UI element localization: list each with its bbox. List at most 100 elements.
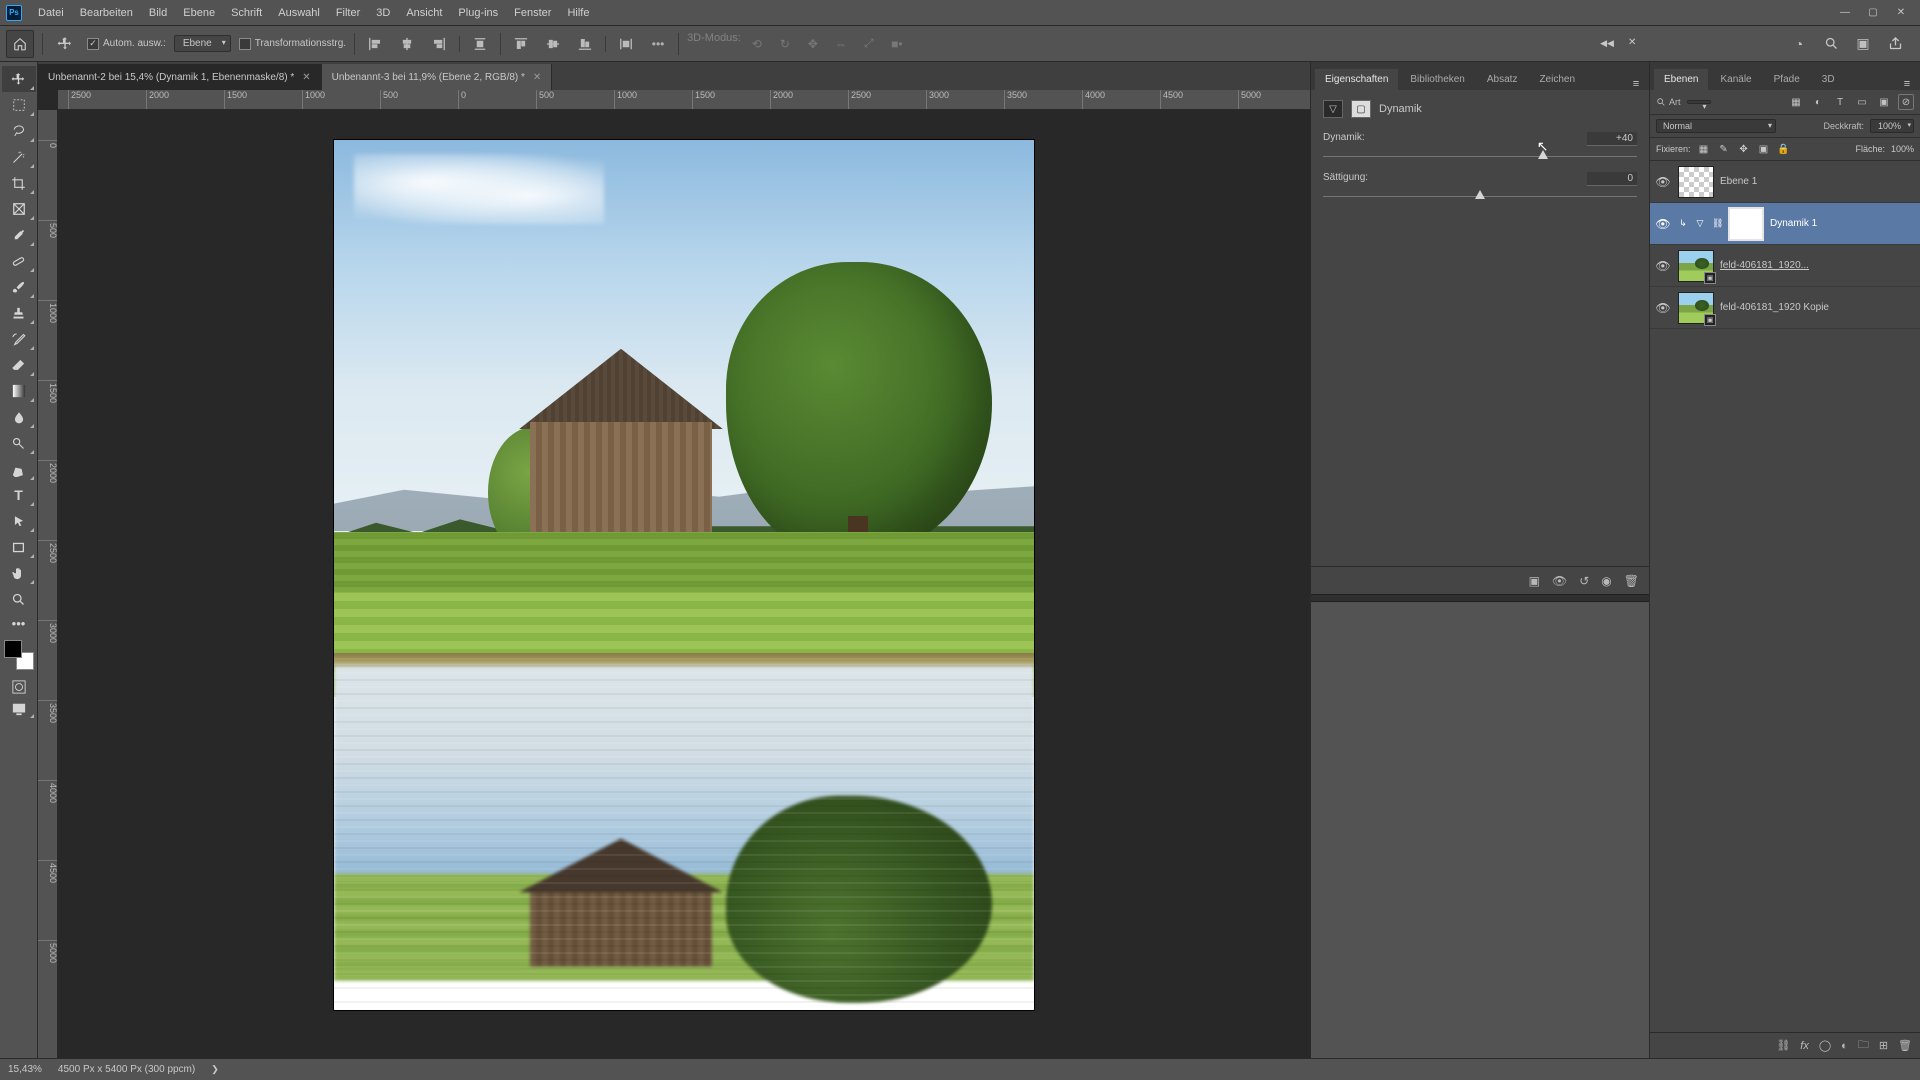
panel-menu-button[interactable]: ≡ [1898,78,1916,90]
mask-thumbnail[interactable] [1731,210,1761,238]
saturation-value-input[interactable]: 0 [1587,172,1637,186]
checkbox-checked-icon[interactable]: ✓ [87,38,99,50]
share-icon[interactable] [1886,35,1904,53]
filter-smartobj-icon[interactable]: ▣ [1876,94,1892,110]
link-layers-button[interactable]: ⛓ [1776,1039,1790,1052]
move-tool[interactable] [2,66,36,92]
filter-toggle-icon[interactable]: ⊘ [1898,94,1914,110]
filter-shape-icon[interactable]: ▭ [1854,94,1870,110]
crop-tool[interactable] [2,170,36,196]
document-tab-2[interactable]: Unbenannt-3 bei 11,9% (Ebene 2, RGB/8) *… [322,64,553,90]
panel-close-icon[interactable]: ✕ [1628,37,1642,51]
opacity-input[interactable]: 100% [1870,119,1914,133]
quick-select-tool[interactable] [2,144,36,170]
blend-mode-select[interactable]: Normal [1656,119,1776,133]
filter-adjustment-icon[interactable]: ◐ [1810,94,1826,110]
layer-mask-selected[interactable] [1728,207,1764,241]
zoom-tool[interactable] [2,586,36,612]
vibrance-value-input[interactable]: +40 [1587,132,1637,146]
auto-select-scope-select[interactable]: Ebene [174,35,231,52]
tab-pfade[interactable]: Pfade [1764,69,1810,90]
toggle-visibility-button[interactable]: ◉ [1601,574,1611,588]
close-tab-icon[interactable]: ✕ [533,72,541,83]
new-adjustment-button[interactable]: ◐ [1841,1040,1848,1052]
menu-hilfe[interactable]: Hilfe [559,3,597,23]
blur-tool[interactable] [2,404,36,430]
tab-kanaele[interactable]: Kanäle [1710,69,1761,90]
align-vcenter-button[interactable] [541,32,565,56]
layer-row-feld-1[interactable]: 👁 ▣ feld-406181_1920... [1650,245,1920,287]
healing-tool[interactable] [2,248,36,274]
ruler-horizontal[interactable]: 2500 2000 1500 1000 500 0 500 1000 1500 … [58,90,1310,110]
status-chevron-icon[interactable]: ❯ [211,1064,219,1075]
tab-bibliotheken[interactable]: Bibliotheken [1400,69,1474,90]
zoom-level[interactable]: 15,43% [8,1064,42,1075]
gradient-tool[interactable] [2,378,36,404]
view-previous-button[interactable]: 👁 [1552,574,1567,588]
checkbox-unchecked-icon[interactable] [239,38,251,50]
lock-pixels-icon[interactable]: ✎ [1717,142,1731,156]
lock-all-icon[interactable]: 🔒 [1777,142,1791,156]
filter-pixel-icon[interactable]: ▦ [1788,94,1804,110]
document-tab-1[interactable]: Unbenannt-2 bei 15,4% (Dynamik 1, Ebenen… [38,64,322,90]
edit-toolbar-button[interactable]: ••• [2,612,36,634]
filter-kind-select[interactable] [1687,100,1711,104]
workspace-icon[interactable]: ▣ [1854,35,1872,53]
menu-filter[interactable]: Filter [328,3,368,23]
menu-ebene[interactable]: Ebene [175,3,223,23]
cloud-docs-icon[interactable]: ◔ [1790,35,1808,53]
panel-collapse-left-icon[interactable]: ◀◀ [1600,37,1614,51]
menu-fenster[interactable]: Fenster [506,3,559,23]
menu-ansicht[interactable]: Ansicht [398,3,450,23]
visibility-toggle[interactable]: 👁 [1654,259,1672,273]
lock-transparency-icon[interactable]: ▦ [1697,142,1711,156]
color-swatches[interactable] [4,640,34,670]
lasso-tool[interactable] [2,118,36,144]
home-button[interactable] [6,30,34,58]
path-select-tool[interactable] [2,508,36,534]
menu-bild[interactable]: Bild [141,3,175,23]
align-right-edges-button[interactable] [427,32,451,56]
dodge-tool[interactable] [2,430,36,456]
pen-tool[interactable] [2,456,36,482]
foreground-swatch[interactable] [4,640,22,658]
layer-row-feld-kopie[interactable]: 👁 ▣ feld-406181_1920 Kopie [1650,287,1920,329]
shape-tool[interactable] [2,534,36,560]
align-bottom-button[interactable] [573,32,597,56]
add-mask-button[interactable]: ◯ [1819,1039,1831,1052]
brush-tool[interactable] [2,274,36,300]
tab-eigenschaften[interactable]: Eigenschaften [1315,69,1398,90]
panel-menu-button[interactable]: ≡ [1627,78,1645,90]
layer-name[interactable]: feld-406181_1920 Kopie [1720,302,1916,313]
vibrance-slider[interactable]: ↖ [1323,150,1637,158]
current-tool-icon[interactable] [51,30,79,58]
reset-button[interactable]: ↺ [1579,574,1589,588]
more-align-button[interactable]: ••• [646,32,670,56]
fill-input[interactable]: 100% [1891,144,1914,154]
screen-mode-button[interactable] [2,698,36,720]
maximize-button[interactable]: ▢ [1860,4,1886,22]
tab-ebenen[interactable]: Ebenen [1654,69,1708,90]
transform-controls-option[interactable]: Transformationsstrg. [239,38,346,50]
layer-name[interactable]: feld-406181_1920... [1720,260,1916,271]
menu-bearbeiten[interactable]: Bearbeiten [72,3,141,23]
canvas[interactable] [58,110,1310,1058]
layer-thumbnail[interactable]: ▣ [1678,250,1714,282]
tab-zeichen[interactable]: Zeichen [1529,69,1585,90]
type-tool[interactable]: T [2,482,36,508]
lock-position-icon[interactable]: ✥ [1737,142,1751,156]
link-mask-icon[interactable]: ⛓ [1712,218,1722,229]
saturation-slider[interactable] [1323,190,1637,198]
marquee-tool[interactable] [2,92,36,118]
menu-schrift[interactable]: Schrift [223,3,270,23]
filter-type-icon[interactable]: T [1832,94,1848,110]
distribute-v-button[interactable] [614,32,638,56]
layer-thumbnail[interactable]: ▣ [1678,292,1714,324]
panel-resize-grip[interactable] [1311,594,1649,602]
delete-layer-button[interactable]: 🗑 [1898,1039,1912,1052]
align-hcenter-button[interactable] [395,32,419,56]
stamp-tool[interactable] [2,300,36,326]
visibility-toggle[interactable]: 👁 [1654,217,1672,231]
menu-plugins[interactable]: Plug-ins [450,3,506,23]
align-top-button[interactable] [509,32,533,56]
